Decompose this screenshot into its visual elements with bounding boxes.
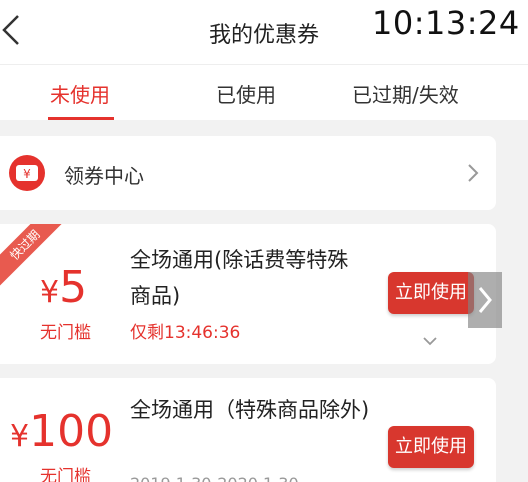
coupon-countdown: 仅剩13:46:36 bbox=[130, 323, 241, 343]
coupon-card: 快过期 ¥5 无门槛 全场通用(除话费等特殊商品) 仅剩13:46:36 立即使… bbox=[0, 224, 496, 364]
coupon-center-entry[interactable]: ¥ 领券中心 bbox=[0, 136, 496, 210]
chevron-down-icon[interactable] bbox=[422, 336, 438, 346]
coupon-description: 全场通用(除话费等特殊商品) bbox=[130, 248, 349, 308]
coupon-validity-dates: 2019.1.30-2020.1.30 bbox=[130, 474, 299, 482]
coupon-threshold: 无门槛 bbox=[40, 467, 91, 482]
use-now-button[interactable]: 立即使用 bbox=[388, 272, 474, 314]
next-page-overlay[interactable] bbox=[468, 272, 502, 328]
coupon-status-tabs: 未使用 已使用 已过期/失效 bbox=[0, 64, 528, 120]
coupon-description: 全场通用（特殊商品除外) bbox=[130, 398, 370, 422]
status-clock: 10:13:24 bbox=[372, 4, 520, 42]
coupon-ticket-icon: ¥ bbox=[9, 155, 45, 191]
tab-unused[interactable]: 未使用 bbox=[50, 79, 110, 108]
tab-expired[interactable]: 已过期/失效 bbox=[352, 79, 459, 108]
chevron-right-icon bbox=[468, 164, 479, 182]
coupon-center-label: 领券中心 bbox=[64, 164, 144, 188]
chevron-right-icon bbox=[478, 287, 492, 313]
coupon-card: ¥100 无门槛 全场通用（特殊商品除外) 2019.1.30-2020.1.3… bbox=[0, 378, 496, 482]
coupon-amount: ¥5 bbox=[40, 262, 88, 313]
top-bar: 我的优惠券 10:13:24 bbox=[0, 0, 528, 64]
svg-text:¥: ¥ bbox=[23, 167, 31, 181]
coupon-amount: ¥100 bbox=[10, 406, 114, 457]
tab-used[interactable]: 已使用 bbox=[216, 79, 276, 108]
use-now-button[interactable]: 立即使用 bbox=[388, 426, 474, 468]
active-tab-indicator bbox=[48, 117, 114, 120]
coupon-threshold: 无门槛 bbox=[40, 323, 91, 343]
